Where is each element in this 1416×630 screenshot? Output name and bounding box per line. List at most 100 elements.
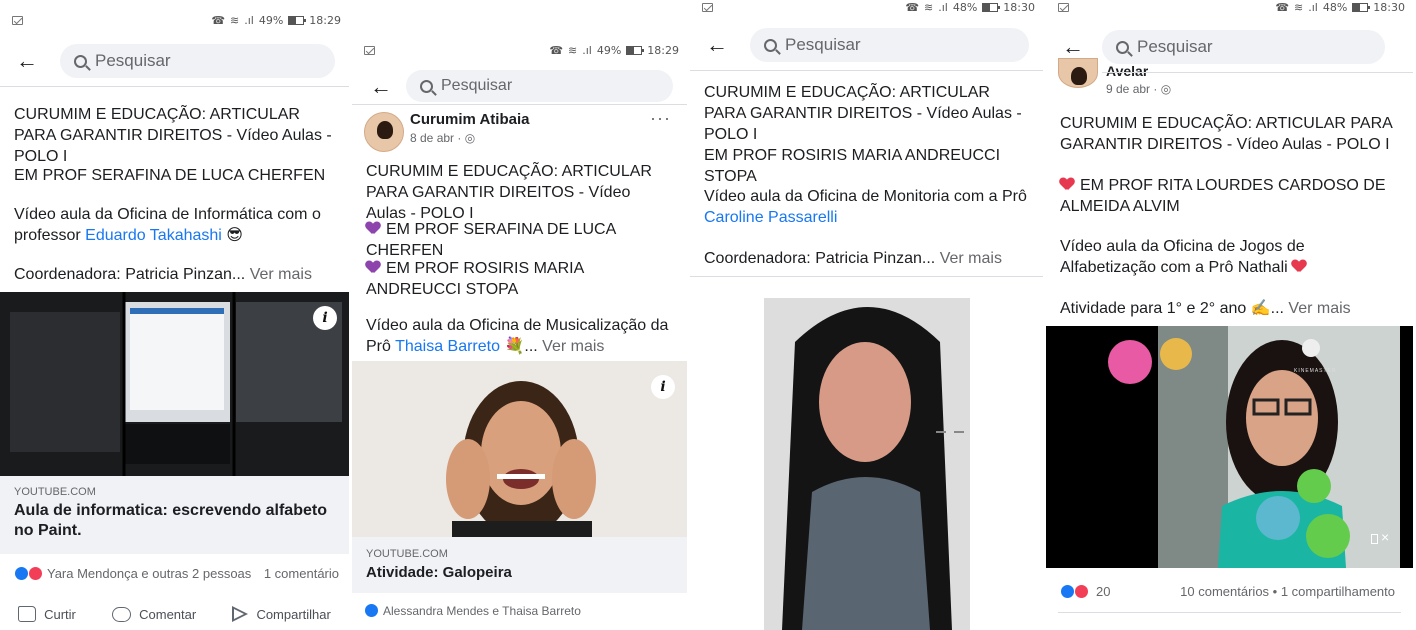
info-icon[interactable]: i <box>313 306 337 330</box>
date-text: 9 de abr · <box>1106 82 1161 96</box>
comment-label: Comentar <box>139 606 197 622</box>
author-name[interactable]: Avelar <box>1106 64 1148 76</box>
activity-line: Atividade para 1° e 2° ano ✍️... Ver mai… <box>1060 298 1399 319</box>
school-2: EM PROF ROSIRIS MARIA ANDREUCCI STOPA <box>366 260 584 298</box>
like-reaction-icon <box>364 603 379 618</box>
more-options-icon[interactable]: ··· <box>650 108 671 129</box>
globe-icon: ◎ <box>1160 82 1172 96</box>
reaction-count: 20 <box>1096 584 1111 599</box>
reactions-summary[interactable]: Yara Mendonça e outras 2 pessoas <box>14 566 251 581</box>
see-more-link[interactable]: Ver mais <box>250 266 312 283</box>
video-frame-art <box>352 361 687 537</box>
see-more-link[interactable]: Ver mais <box>940 250 1002 267</box>
battery-percent: 48% <box>952 1 978 14</box>
wifi-icon: ≋ <box>230 14 240 27</box>
screenshot-panel-3: ☎ ≋ .ıl 48% 18:30 ← Pesquisar CURUMIM E … <box>690 0 1046 630</box>
battery-icon <box>626 46 645 55</box>
back-arrow-icon[interactable]: ← <box>1062 34 1084 60</box>
search-placeholder: Pesquisar <box>441 77 513 94</box>
video-thumbnail[interactable]: i <box>352 361 687 537</box>
video-watermark: KINEMASTER <box>1294 368 1337 374</box>
avatar[interactable] <box>364 112 404 152</box>
see-more-link[interactable]: Ver mais <box>542 338 604 355</box>
top-bar: ← Pesquisar <box>352 68 687 112</box>
divider <box>1102 72 1413 73</box>
back-arrow-icon[interactable]: ← <box>706 32 728 58</box>
mention-link[interactable]: Thaisa Barreto <box>395 338 500 355</box>
back-arrow-icon[interactable]: ← <box>16 48 38 74</box>
search-input[interactable]: Pesquisar <box>750 28 1029 62</box>
search-icon <box>74 54 87 68</box>
gallery-icon <box>1058 3 1069 12</box>
post-description: Vídeo aula da Oficina de Monitoria com a… <box>704 186 1029 228</box>
mention-link[interactable]: Eduardo Takahashi <box>85 227 222 244</box>
reactions-bar: 20 10 comentários • 1 compartilhamento <box>1060 584 1395 599</box>
back-arrow-icon[interactable]: ← <box>370 74 392 100</box>
video-player[interactable]: KINEMASTER <box>1046 326 1413 568</box>
call-icon: ☎ <box>1275 1 1290 14</box>
wifi-icon: ≋ <box>924 1 934 14</box>
post-date[interactable]: 9 de abr · ◎ <box>1106 82 1171 96</box>
call-icon: ☎ <box>905 1 920 14</box>
battery-icon <box>1352 3 1371 12</box>
search-input[interactable]: Pesquisar <box>1102 30 1385 64</box>
comments-shares-count[interactable]: 10 comentários • 1 compartilhamento <box>1180 584 1395 599</box>
share-button[interactable]: Compartilhar <box>232 606 331 622</box>
battery-percent: 49% <box>596 44 622 57</box>
search-input[interactable]: Pesquisar <box>406 70 673 102</box>
gallery-icon <box>702 3 713 12</box>
video-thumbnail[interactable]: i <box>0 292 349 476</box>
purple-heart-icon <box>366 261 380 274</box>
link-title: Atividade: Galopeira <box>366 564 512 581</box>
video-player[interactable] <box>690 282 1043 630</box>
comments-count[interactable]: 1 comentário <box>264 566 339 581</box>
mute-icon[interactable] <box>1371 529 1389 546</box>
clock: 18:29 <box>309 14 341 27</box>
post-title: CURUMIM E EDUCAÇÃO: ARTICULAR PARA GARAN… <box>1060 115 1392 153</box>
comment-icon <box>112 606 132 622</box>
thumbs-up-icon <box>18 606 37 622</box>
link-preview[interactable]: YOUTUBE.COM Aula de informatica: escreve… <box>0 476 349 554</box>
like-button[interactable]: Curtir <box>18 606 76 622</box>
share-label: Compartilhar <box>256 606 331 622</box>
battery-icon <box>982 3 1001 12</box>
link-preview[interactable]: YOUTUBE.COM Atividade: Galopeira <box>352 537 687 593</box>
wifi-icon: ≋ <box>568 44 578 57</box>
search-placeholder: Pesquisar <box>785 35 861 54</box>
reactions-summary[interactable]: 20 <box>1060 584 1110 599</box>
description-text: Vídeo aula da Oficina de Monitoria com a… <box>704 188 1027 205</box>
battery-percent: 48% <box>1322 1 1348 14</box>
info-icon[interactable]: i <box>651 375 675 399</box>
screenshot-panel-1: ☎ ≋ .ıl 49% 18:29 ← Pesquisar CURUMIM E … <box>0 0 352 630</box>
author-name[interactable]: Curumim Atibaia <box>410 111 529 128</box>
coordinator-line: Coordenadora: Patricia Pinzan... Ver mai… <box>704 248 1029 269</box>
avatar[interactable] <box>1058 58 1098 88</box>
date-text: 8 de abr · <box>410 131 465 145</box>
divider <box>690 276 1043 277</box>
purple-heart-icon <box>366 222 380 235</box>
comment-button[interactable]: Comentar <box>112 606 196 622</box>
divider <box>1058 612 1401 613</box>
emoji: 😎 <box>226 227 243 244</box>
coordinator-line: Coordenadora: Patricia Pinzan... Ver mai… <box>14 264 335 285</box>
search-input[interactable]: Pesquisar <box>60 44 335 78</box>
battery-icon <box>288 16 307 25</box>
post-description: Vídeo aula da Oficina de Jogos de Alfabe… <box>1060 236 1399 278</box>
see-more-link[interactable]: Ver mais <box>1288 300 1350 317</box>
divider <box>0 86 349 87</box>
divider <box>690 70 1043 71</box>
top-bar: ← Pesquisar <box>690 24 1043 68</box>
coordinator-text: Coordenadora: Patricia Pinzan... <box>14 266 246 283</box>
mention-link[interactable]: Caroline Passarelli <box>704 209 837 226</box>
like-label: Curtir <box>44 606 76 622</box>
wifi-icon: ≋ <box>1294 1 1304 14</box>
post-title: CURUMIM E EDUCAÇÃO: ARTICULAR PARA GARAN… <box>704 84 1022 143</box>
search-placeholder: Pesquisar <box>1137 37 1213 56</box>
description-text: Vídeo aula da Oficina de Jogos de Alfabe… <box>1060 238 1305 276</box>
post-date[interactable]: 8 de abr · ◎ <box>410 131 475 145</box>
video-frame-art <box>0 292 349 476</box>
reactions-summary[interactable]: Alessandra Mendes e Thaisa Barreto <box>364 603 581 618</box>
status-bar: ☎ ≋ .ıl 48% 18:30 <box>690 0 1043 24</box>
search-icon <box>1116 40 1129 54</box>
link-domain: YOUTUBE.COM <box>366 548 448 560</box>
